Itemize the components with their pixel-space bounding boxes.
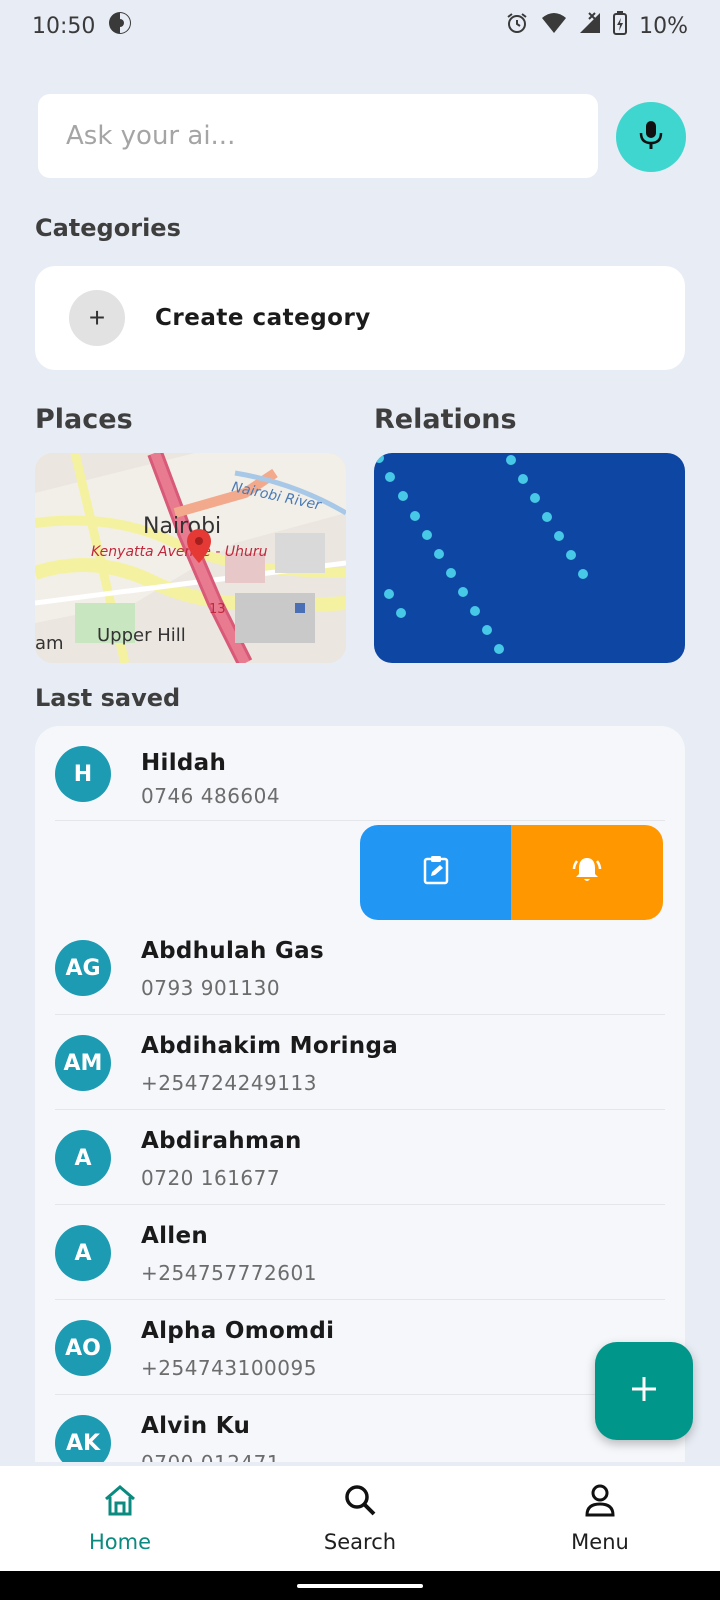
battery-icon bbox=[613, 11, 628, 41]
contact-row[interactable]: H Hildah 0746 486604 bbox=[35, 726, 685, 821]
nav-home[interactable]: Home bbox=[0, 1466, 240, 1571]
contacts-list: H Hildah 0746 486604 AG Abdhulah Gas 079… bbox=[35, 726, 685, 1462]
home-icon bbox=[102, 1483, 138, 1522]
contact-phone: +254724249113 bbox=[141, 1071, 317, 1095]
relations-dots-pattern bbox=[374, 453, 588, 654]
search-input[interactable]: Ask your ai... bbox=[38, 94, 598, 178]
avatar: A bbox=[55, 1130, 111, 1186]
map-label-upper-hill: Upper Hill bbox=[97, 625, 186, 646]
contact-name: Hildah bbox=[141, 750, 227, 776]
contact-row[interactable]: A Abdirahman 0720 161677 bbox=[35, 1110, 685, 1205]
avatar: AK bbox=[55, 1415, 111, 1462]
contact-name: Abdihakim Moringa bbox=[141, 1033, 399, 1059]
mic-button[interactable] bbox=[616, 102, 686, 172]
nav-search[interactable]: Search bbox=[240, 1466, 480, 1571]
search-placeholder: Ask your ai... bbox=[66, 121, 236, 151]
contact-row[interactable]: AO Alpha Omomdi +254743100095 bbox=[35, 1300, 685, 1395]
wifi-icon bbox=[541, 12, 567, 40]
avatar: AO bbox=[55, 1320, 111, 1376]
places-title: Places bbox=[35, 404, 133, 435]
search-icon bbox=[343, 1483, 377, 1522]
map-label-13: 13 bbox=[209, 602, 226, 617]
avatar: AG bbox=[55, 940, 111, 996]
map-label-am: am bbox=[35, 633, 64, 654]
app-notification-icon bbox=[107, 10, 133, 42]
contact-name: Abdhulah Gas bbox=[141, 938, 324, 964]
status-time: 10:50 bbox=[32, 13, 96, 39]
plus-icon bbox=[629, 1374, 659, 1409]
status-right: 10% bbox=[505, 11, 688, 41]
bottom-nav: Home Search Menu bbox=[0, 1466, 720, 1571]
places-map-card[interactable]: Nairobi Kenyatta Avenue - Uhuru Nairobi … bbox=[35, 453, 346, 663]
contact-phone: +254757772601 bbox=[141, 1261, 317, 1285]
create-category-button[interactable]: + Create category bbox=[35, 266, 685, 370]
status-bar: 10:50 10% bbox=[0, 0, 720, 52]
alarm-icon bbox=[505, 11, 529, 41]
contact-phone: 0720 161677 bbox=[141, 1166, 281, 1190]
avatar: A bbox=[55, 1225, 111, 1281]
clipboard-edit-icon bbox=[422, 855, 450, 890]
create-category-label: Create category bbox=[155, 305, 371, 331]
contact-row[interactable]: AM Abdihakim Moringa +254724249113 bbox=[35, 1015, 685, 1110]
swiped-row bbox=[35, 825, 685, 920]
contact-name: Allen bbox=[141, 1223, 209, 1249]
gesture-bar bbox=[0, 1571, 720, 1600]
mic-icon bbox=[638, 120, 664, 155]
nav-menu-label: Menu bbox=[571, 1530, 629, 1554]
search-row: Ask your ai... bbox=[38, 94, 686, 178]
person-icon bbox=[584, 1483, 616, 1522]
bell-alert-icon bbox=[572, 855, 602, 890]
contact-phone: +254743100095 bbox=[141, 1356, 317, 1380]
battery-percent: 10% bbox=[639, 13, 688, 39]
contact-name: Alvin Ku bbox=[141, 1413, 251, 1439]
last-saved-title: Last saved bbox=[35, 684, 181, 712]
contact-phone: 0793 901130 bbox=[141, 976, 281, 1000]
status-left: 10:50 bbox=[32, 10, 133, 42]
signal-icon bbox=[579, 12, 601, 40]
add-fab-button[interactable] bbox=[595, 1342, 693, 1440]
nav-home-label: Home bbox=[88, 1530, 151, 1554]
contact-row[interactable]: AK Alvin Ku 0700 012471 bbox=[35, 1395, 685, 1462]
avatar: AM bbox=[55, 1035, 111, 1091]
row-divider bbox=[55, 820, 665, 821]
edit-note-button[interactable] bbox=[360, 825, 511, 920]
contact-name: Abdirahman bbox=[141, 1128, 302, 1154]
avatar: H bbox=[55, 746, 111, 802]
nav-search-label: Search bbox=[323, 1530, 397, 1554]
relations-card[interactable] bbox=[374, 453, 685, 663]
contact-row[interactable]: A Allen +254757772601 bbox=[35, 1205, 685, 1300]
contact-phone: 0700 012471 bbox=[141, 1451, 280, 1462]
contact-name: Alpha Omomdi bbox=[141, 1318, 335, 1344]
relations-title: Relations bbox=[374, 404, 517, 435]
plus-icon: + bbox=[69, 290, 125, 346]
reminder-button[interactable] bbox=[511, 825, 663, 920]
nav-menu[interactable]: Menu bbox=[480, 1466, 720, 1571]
map-image: Nairobi Kenyatta Avenue - Uhuru Nairobi … bbox=[35, 453, 346, 663]
map-label-kenyatta: Kenyatta Avenue - Uhuru bbox=[91, 544, 268, 560]
contact-phone: 0746 486604 bbox=[141, 784, 281, 808]
gesture-handle[interactable] bbox=[297, 1584, 423, 1588]
contact-row[interactable]: AG Abdhulah Gas 0793 901130 bbox=[35, 920, 685, 1015]
categories-title: Categories bbox=[35, 214, 181, 242]
